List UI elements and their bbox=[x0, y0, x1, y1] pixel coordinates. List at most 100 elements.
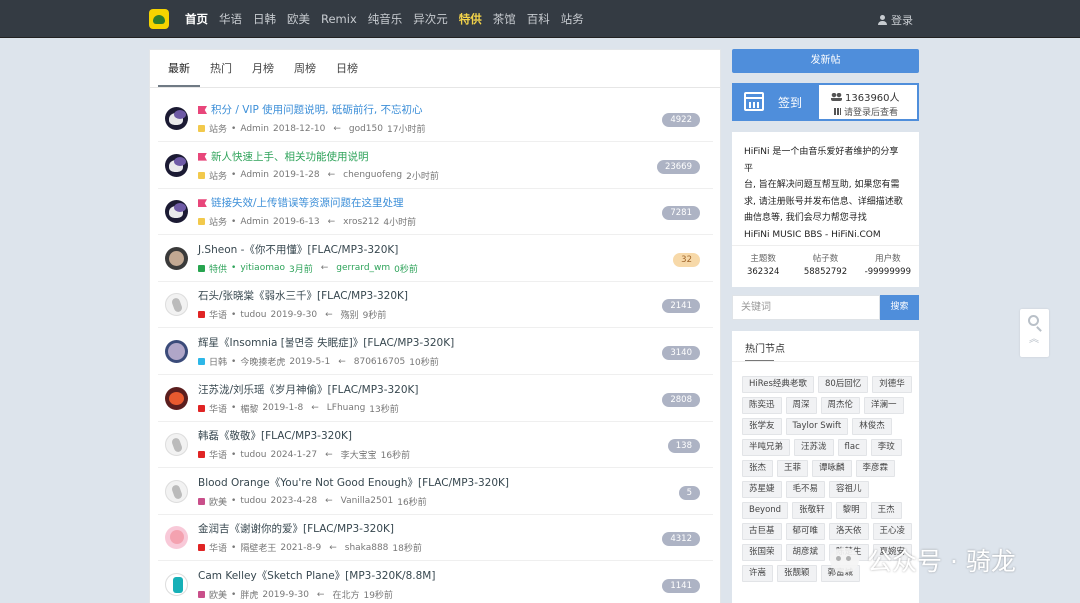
thread-title[interactable]: 积分 / VIP 使用问题说明, 砥砺前行, 不忘初心 bbox=[198, 102, 423, 117]
hot-tag[interactable]: Taylor Swift bbox=[785, 418, 849, 435]
forum-name[interactable]: 站务 bbox=[209, 169, 227, 182]
thread-title[interactable]: Cam Kelley《Sketch Plane》[MP3-320K/8.8M] bbox=[198, 568, 435, 583]
hot-tag[interactable]: 容祖儿 bbox=[829, 481, 869, 498]
hot-tag[interactable]: 王心凌 bbox=[872, 523, 913, 540]
site-logo[interactable] bbox=[149, 9, 169, 29]
thread-title[interactable]: Blood Orange《You're Not Good Enough》[FLA… bbox=[198, 475, 509, 490]
thread-title[interactable]: 汪苏泷/刘乐瑶《岁月神偷》[FLAC/MP3-320K] bbox=[198, 382, 419, 397]
author-name[interactable]: tudou bbox=[240, 496, 266, 506]
avatar[interactable] bbox=[165, 573, 188, 596]
avatar[interactable] bbox=[165, 433, 188, 457]
last-reply-user[interactable]: xros212 bbox=[343, 217, 379, 227]
nav-item-10[interactable]: 站务 bbox=[561, 11, 584, 27]
back-to-top-icon[interactable]: ︽ bbox=[1029, 335, 1039, 345]
avatar[interactable] bbox=[165, 526, 188, 550]
tab-4[interactable]: 日榜 bbox=[326, 50, 368, 87]
avatar[interactable] bbox=[165, 246, 188, 270]
thread-row[interactable]: 积分 / VIP 使用问题说明, 砥砺前行, 不忘初心 站务 • Admin 2018-… bbox=[158, 95, 713, 142]
thread-title[interactable]: 金润吉《谢谢你的爱》[FLAC/MP3-320K] bbox=[198, 521, 394, 536]
nav-item-6[interactable]: 异次元 bbox=[413, 11, 448, 27]
search-input[interactable]: 关键词 bbox=[732, 295, 880, 320]
hot-tag[interactable]: 李玟 bbox=[870, 439, 902, 456]
last-reply-user[interactable]: 870616705 bbox=[354, 357, 406, 367]
hot-tag[interactable]: 陈奕迅 bbox=[742, 397, 782, 414]
forum-name[interactable]: 欧美 bbox=[209, 495, 227, 508]
search-icon[interactable] bbox=[1028, 315, 1039, 326]
hot-tag[interactable]: 王菲 bbox=[777, 460, 809, 477]
author-name[interactable]: tudou bbox=[240, 310, 266, 320]
author-name[interactable]: tudou bbox=[240, 450, 266, 460]
hot-tag[interactable]: 刘德华 bbox=[872, 376, 912, 393]
hot-tag[interactable]: 周杰伦 bbox=[820, 397, 861, 414]
avatar[interactable] bbox=[165, 107, 188, 130]
forum-name[interactable]: 华语 bbox=[209, 448, 227, 461]
hot-tag[interactable]: 毛不易 bbox=[785, 481, 826, 498]
hot-tag[interactable]: 洛天依 bbox=[829, 523, 869, 540]
forum-name[interactable]: 日韩 bbox=[209, 355, 227, 368]
hot-tag[interactable]: 林俊杰 bbox=[852, 418, 892, 435]
last-reply-user[interactable]: LFhuang bbox=[327, 403, 366, 413]
hot-tag[interactable]: HiRes经典老歌 bbox=[742, 376, 814, 393]
sign-in-button[interactable]: 签到 bbox=[734, 85, 819, 119]
hot-tag[interactable]: 汪苏泷 bbox=[794, 439, 834, 456]
sign-hint[interactable]: 请登录后查看 bbox=[834, 105, 898, 118]
author-name[interactable]: 胖虎 bbox=[240, 588, 258, 601]
forum-name[interactable]: 站务 bbox=[209, 122, 227, 135]
nav-item-9[interactable]: 百科 bbox=[527, 11, 550, 27]
thread-title[interactable]: 韩磊《敬敬》[FLAC/MP3-320K] bbox=[198, 428, 352, 443]
hot-tag[interactable]: 郁可唯 bbox=[785, 523, 826, 540]
author-name[interactable]: 楣黎 bbox=[240, 402, 258, 415]
avatar[interactable] bbox=[165, 340, 188, 363]
thread-row[interactable]: 金润吉《谢谢你的爱》[FLAC/MP3-320K] 华语 • 隔壁老王 2021-8-9… bbox=[158, 514, 713, 562]
hot-tag[interactable]: 半吨兄弟 bbox=[742, 439, 791, 456]
forum-name[interactable]: 华语 bbox=[209, 402, 227, 415]
tab-3[interactable]: 周榜 bbox=[284, 50, 326, 87]
thread-row[interactable]: 新人快速上手、相关功能使用说明 站务 • Admin 2019-1-28 ← chenguo… bbox=[158, 142, 713, 189]
last-reply-user[interactable]: shaka888 bbox=[345, 543, 389, 553]
tab-1[interactable]: 热门 bbox=[200, 50, 242, 87]
last-reply-user[interactable]: chenguofeng bbox=[343, 170, 402, 180]
hot-tag[interactable]: 张靓颖 bbox=[777, 565, 817, 582]
author-name[interactable]: yitiaomao bbox=[240, 263, 285, 273]
hot-tag[interactable]: 黎明 bbox=[835, 502, 867, 519]
nav-item-7[interactable]: 特供 bbox=[459, 11, 482, 27]
author-name[interactable]: Admin bbox=[240, 217, 269, 227]
forum-name[interactable]: 欧美 bbox=[209, 588, 227, 601]
hot-tag[interactable]: 周深 bbox=[785, 397, 817, 414]
thread-title[interactable]: J.Sheon -《你不用懂》[FLAC/MP3-320K] bbox=[198, 242, 398, 257]
nav-item-5[interactable]: 纯音乐 bbox=[368, 11, 403, 27]
hot-tag[interactable]: 张学友 bbox=[742, 418, 782, 435]
thread-title[interactable]: 石头/张晓棠《弱水三千》[FLAC/MP3-320K] bbox=[198, 288, 408, 303]
thread-row[interactable]: 石头/张晓棠《弱水三千》[FLAC/MP3-320K] 华语 • tudou 2019-… bbox=[158, 281, 713, 329]
author-name[interactable]: 今晚揍老虎 bbox=[240, 355, 285, 368]
login-link[interactable]: 登录 bbox=[878, 12, 913, 28]
author-name[interactable]: Admin bbox=[240, 124, 269, 134]
forum-name[interactable]: 特供 bbox=[209, 262, 227, 275]
hot-tag[interactable]: 胡彦斌 bbox=[785, 544, 826, 561]
hot-tag[interactable]: 李彦霖 bbox=[855, 460, 896, 477]
nav-item-4[interactable]: Remix bbox=[321, 12, 357, 26]
avatar[interactable] bbox=[165, 386, 188, 410]
forum-name[interactable]: 站务 bbox=[209, 215, 227, 228]
last-reply-user[interactable]: 在北方 bbox=[332, 588, 359, 601]
hot-tag[interactable]: Beyond bbox=[742, 502, 789, 519]
thread-row[interactable]: J.Sheon -《你不用懂》[FLAC/MP3-320K] 特供 • yitiaom… bbox=[158, 235, 713, 282]
hot-tag[interactable]: 80后回忆 bbox=[817, 376, 869, 393]
author-name[interactable]: Admin bbox=[240, 170, 269, 180]
avatar[interactable] bbox=[165, 153, 188, 177]
avatar[interactable] bbox=[165, 200, 188, 224]
last-reply-user[interactable]: Vanilla2501 bbox=[341, 496, 394, 506]
nav-item-8[interactable]: 茶馆 bbox=[493, 11, 516, 27]
thread-row[interactable]: 辉星《Insomnia [불면증 失眠症]》[FLAC/MP3-320K] 日韩 •… bbox=[158, 328, 713, 375]
forum-name[interactable]: 华语 bbox=[209, 308, 227, 321]
nav-item-0[interactable]: 首页 bbox=[185, 11, 208, 27]
new-post-button[interactable]: 发新帖 bbox=[732, 49, 919, 73]
thread-row[interactable]: 汪苏泷/刘乐瑶《岁月神偷》[FLAC/MP3-320K] 华语 • 楣黎 2019-1-… bbox=[158, 375, 713, 422]
hot-tag[interactable]: 古巨基 bbox=[742, 523, 782, 540]
thread-row[interactable]: 韩磊《敬敬》[FLAC/MP3-320K] 华语 • tudou 2024-1-27 ← 李… bbox=[158, 421, 713, 469]
forum-name[interactable]: 华语 bbox=[209, 541, 227, 554]
avatar[interactable] bbox=[165, 293, 188, 317]
hot-tag[interactable]: 张敬轩 bbox=[792, 502, 832, 519]
last-reply-user[interactable]: god150 bbox=[349, 124, 383, 134]
hot-tag[interactable]: 洋澜一 bbox=[864, 397, 904, 414]
